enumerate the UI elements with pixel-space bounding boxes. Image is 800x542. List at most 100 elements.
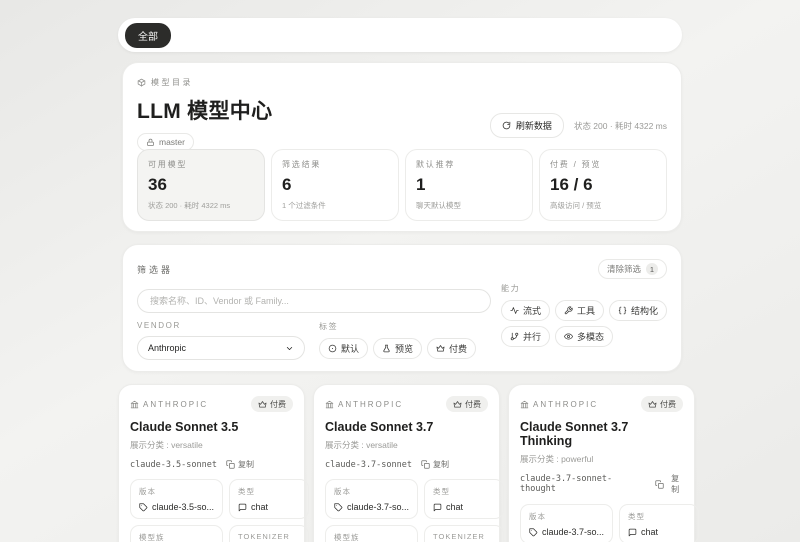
stat-label: 默认推荐: [416, 159, 522, 170]
stat-value: 16 / 6: [550, 175, 656, 195]
model-id-row: claude-3.7-sonnet 复制: [325, 459, 488, 470]
stat-value: 1: [416, 175, 522, 195]
chat-icon: [628, 528, 637, 537]
spec-label: 版本: [334, 486, 409, 497]
spec-type: 类型 chat: [424, 479, 504, 519]
stats-row: 可用模型 36 状态 200 · 耗时 4322 ms 筛选结果 6 1 个过滤…: [137, 149, 667, 221]
spec-family: 模型族 claude-3.5-so...: [130, 525, 223, 542]
wrench-icon: [564, 306, 573, 315]
model-card-claude-sonnet-3-7[interactable]: ANTHROPIC 付费 Claude Sonnet 3.7 展示分类 : ve…: [313, 384, 500, 542]
spec-grid: 版本 claude-3.7-so... 类型 chat 模型族 claude-3…: [520, 504, 683, 542]
model-id: claude-3.7-sonnet-thought: [520, 474, 646, 494]
model-title: Claude Sonnet 3.5: [130, 420, 293, 434]
tag-chips: 默认 预览 付费: [319, 338, 476, 359]
chip-label: 工具: [577, 304, 595, 317]
model-id-row: claude-3.5-sonnet 复制: [130, 459, 293, 470]
spec-value: claude-3.5-so...: [152, 502, 214, 512]
target-icon: [328, 344, 337, 353]
stat-paid-preview: 付费 / 预览 16 / 6 高级访问 / 预览: [539, 149, 667, 221]
page: 全部 模型目录 LLM 模型中心 master 刷新数据 状态 200 · 耗时…: [0, 0, 800, 542]
copy-icon: [655, 480, 664, 489]
spec-tokenizer: TOKENIZER o200k_base: [424, 525, 504, 542]
stat-sub: 状态 200 · 耗时 4322 ms: [148, 200, 254, 211]
tag-chip-preview[interactable]: 预览: [373, 338, 422, 359]
tag-chip-paid[interactable]: 付费: [427, 338, 476, 359]
stat-label: 筛选结果: [282, 159, 388, 170]
vendor-block: VENDOR Anthropic: [137, 321, 305, 360]
spec-value: claude-3.7-so...: [542, 527, 604, 537]
chip-label: 流式: [523, 304, 541, 317]
tag-chip-default[interactable]: 默认: [319, 338, 368, 359]
tags-block: 标签 默认 预览 付费: [319, 321, 476, 359]
chevron-down-icon: [285, 344, 294, 353]
stat-label: 付费 / 预览: [550, 159, 656, 170]
paid-badge-label: 付费: [660, 399, 676, 410]
vendor-label: VENDOR: [137, 321, 305, 330]
vendor-tag: ANTHROPIC: [325, 400, 403, 409]
crown-icon: [453, 400, 462, 409]
capability-chip-multimodal[interactable]: 多模态: [555, 326, 613, 347]
capability-chip-streaming[interactable]: 流式: [501, 300, 550, 321]
vendor-name: ANTHROPIC: [533, 400, 598, 409]
model-card-claude-sonnet-3-5[interactable]: ANTHROPIC 付费 Claude Sonnet 3.5 展示分类 : ve…: [118, 384, 305, 542]
tag-icon: [529, 528, 538, 537]
clear-filters-button[interactable]: 清除筛选 1: [598, 259, 667, 279]
landmark-icon: [130, 400, 139, 409]
search-input[interactable]: [137, 289, 491, 313]
spec-grid: 版本 claude-3.5-so... 类型 chat 模型族 claude-3…: [130, 479, 293, 542]
paid-badge: 付费: [641, 396, 683, 412]
refresh-button[interactable]: 刷新数据: [490, 113, 564, 138]
copy-button[interactable]: 复制: [421, 459, 449, 470]
refresh-label: 刷新数据: [516, 119, 552, 132]
model-card-claude-sonnet-3-7-thinking[interactable]: ANTHROPIC 付费 Claude Sonnet 3.7 Thinking …: [508, 384, 695, 542]
paid-badge: 付费: [251, 396, 293, 412]
card-header: ANTHROPIC 付费: [520, 396, 683, 412]
paid-badge-label: 付费: [465, 399, 481, 410]
vendor-select-value: Anthropic: [148, 343, 186, 353]
vendor-name: ANTHROPIC: [338, 400, 403, 409]
copy-button[interactable]: 复制: [655, 473, 683, 495]
refresh-icon: [502, 121, 511, 130]
capability-chip-tools[interactable]: 工具: [555, 300, 604, 321]
chip-label: 付费: [449, 342, 467, 355]
header-actions: 刷新数据 状态 200 · 耗时 4322 ms: [490, 113, 667, 138]
filter-all-button[interactable]: 全部: [125, 23, 171, 48]
spec-label: 类型: [238, 486, 300, 497]
vendor-name: ANTHROPIC: [143, 400, 208, 409]
capabilities-block: 能力 流式 工具 结构化 并行: [501, 283, 673, 347]
stat-sub: 高级访问 / 预览: [550, 200, 656, 211]
capability-chip-structured[interactable]: 结构化: [609, 300, 667, 321]
copy-label: 复制: [238, 459, 254, 470]
spec-label: 模型族: [334, 532, 409, 542]
spec-value: chat: [251, 502, 268, 512]
status-text: 状态 200 · 耗时 4322 ms: [574, 120, 667, 132]
paid-badge-label: 付费: [270, 399, 286, 410]
spec-value: claude-3.7-so...: [347, 502, 409, 512]
spec-label: 模型族: [139, 532, 214, 542]
copy-label: 复制: [667, 473, 683, 495]
capability-chips: 流式 工具 结构化 并行 多模态: [501, 300, 673, 347]
copy-icon: [421, 460, 430, 469]
capability-chip-parallel[interactable]: 并行: [501, 326, 550, 347]
copy-button[interactable]: 复制: [226, 459, 254, 470]
eye-icon: [564, 332, 573, 341]
card-header: ANTHROPIC 付费: [325, 396, 488, 412]
cube-icon: [137, 78, 146, 87]
stat-sub: 聊天默认模型: [416, 200, 522, 211]
spec-value: chat: [446, 502, 463, 512]
stat-value: 36: [148, 175, 254, 195]
spec-tokenizer: TOKENIZER o200k_base: [229, 525, 309, 542]
model-id: claude-3.7-sonnet: [325, 460, 412, 470]
spec-version: 版本 claude-3.5-so...: [130, 479, 223, 519]
tag-icon: [139, 503, 148, 512]
vendor-tag: ANTHROPIC: [130, 400, 208, 409]
model-id-row: claude-3.7-sonnet-thought 复制: [520, 473, 683, 495]
clear-filters-count: 1: [646, 263, 658, 275]
capabilities-label: 能力: [501, 283, 673, 294]
vendor-select[interactable]: Anthropic: [137, 336, 305, 360]
spec-label: TOKENIZER: [238, 532, 300, 541]
spec-label: 版本: [139, 486, 214, 497]
model-title: Claude Sonnet 3.7: [325, 420, 488, 434]
card-header: ANTHROPIC 付费: [130, 396, 293, 412]
spec-type: 类型 chat: [619, 504, 699, 542]
